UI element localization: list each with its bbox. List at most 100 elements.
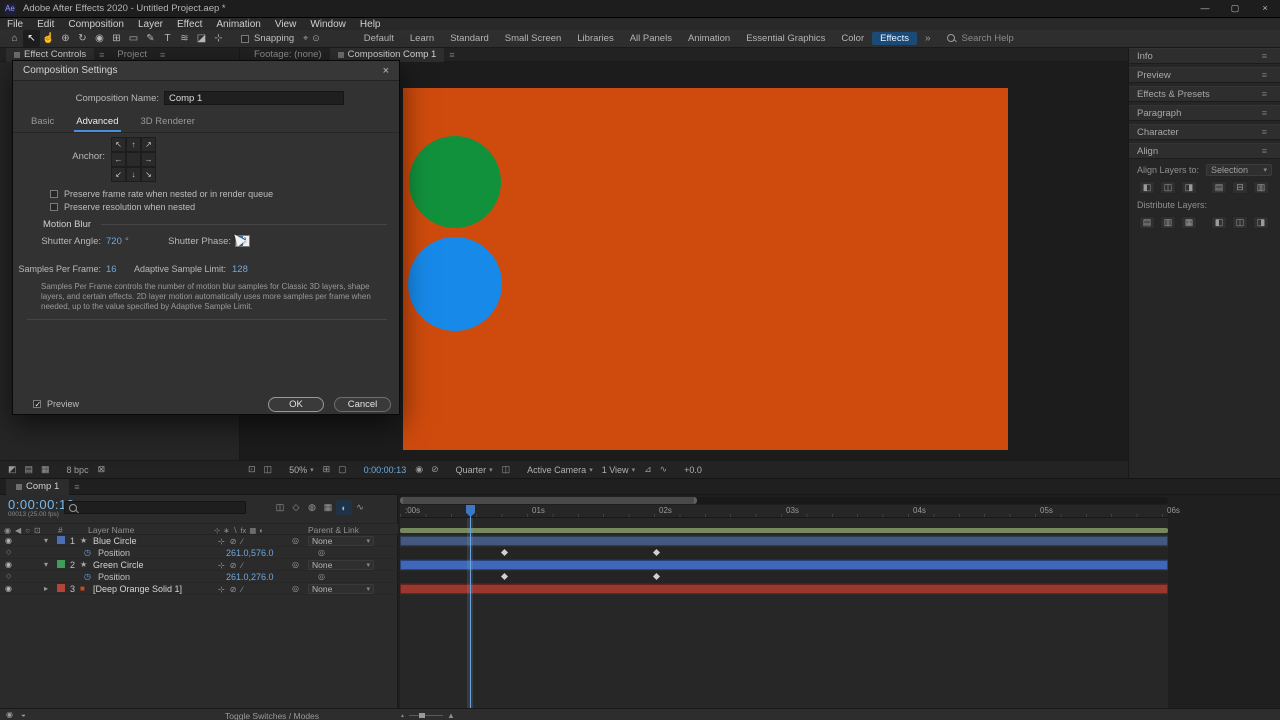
- anchor-arrow-button[interactable]: ↓: [126, 167, 141, 182]
- anchor-arrow-button[interactable]: ↙: [111, 167, 126, 182]
- parent-link-dropdown[interactable]: None ▾: [308, 560, 374, 570]
- minimize-button[interactable]: —: [1190, 0, 1220, 17]
- menu-item[interactable]: File: [0, 19, 30, 30]
- menu-item[interactable]: Window: [303, 19, 353, 30]
- workspace-tab-essential-graphics[interactable]: Essential Graphics: [738, 32, 833, 45]
- menu-item[interactable]: Composition: [61, 19, 131, 30]
- orange-solid-canvas[interactable]: [403, 88, 1008, 450]
- panel-menu-icon[interactable]: ≡: [1262, 127, 1267, 137]
- snap-options-icon[interactable]: ⊙: [312, 33, 320, 43]
- menu-item[interactable]: Help: [353, 19, 388, 30]
- delete-icon[interactable]: ⊠: [98, 464, 106, 475]
- panel-header-paragraph[interactable]: Paragraph ≡: [1129, 105, 1280, 121]
- clone-stamp-tool-icon[interactable]: ◪: [193, 30, 210, 47]
- anchor-arrow-button[interactable]: →: [141, 152, 156, 167]
- time-navigator-handle[interactable]: [400, 497, 697, 504]
- label-color-chip[interactable]: [57, 560, 65, 568]
- close-button[interactable]: ×: [1250, 0, 1280, 17]
- twirl-closed-icon[interactable]: ▸: [44, 584, 48, 593]
- align-bottom-icon[interactable]: ▥: [1253, 181, 1269, 194]
- time-navigator[interactable]: [400, 497, 1168, 504]
- position-value[interactable]: 261.0,276.0: [226, 572, 274, 582]
- always-preview-icon[interactable]: ⊡: [248, 464, 256, 474]
- panel-header-preview[interactable]: Preview ≡: [1129, 67, 1280, 83]
- panel-menu-icon[interactable]: ≡: [160, 50, 165, 60]
- layer-bar-green-circle[interactable]: [400, 560, 1168, 570]
- menu-item[interactable]: Edit: [30, 19, 61, 30]
- switch-icon[interactable]: ⊹: [218, 561, 225, 570]
- pick-whip-icon[interactable]: ◎: [318, 572, 325, 581]
- workspace-overflow-icon[interactable]: »: [925, 33, 931, 44]
- bit-depth-indicator[interactable]: 8 bpc: [67, 465, 89, 475]
- work-area-bar[interactable]: [400, 528, 1168, 533]
- ok-button[interactable]: OK: [268, 397, 324, 412]
- panel-menu-icon[interactable]: ≡: [1262, 89, 1267, 99]
- zoom-tool-icon[interactable]: ⊕: [57, 30, 74, 47]
- align-top-icon[interactable]: ▤: [1211, 181, 1227, 194]
- anchor-arrow-button[interactable]: ↗: [141, 137, 156, 152]
- new-composition-icon[interactable]: ▦: [41, 464, 50, 474]
- eye-icon[interactable]: ◉: [5, 560, 12, 569]
- timeline-zoom-control[interactable]: ▲ ▲: [400, 711, 455, 720]
- menu-item[interactable]: View: [268, 19, 304, 30]
- new-folder-icon[interactable]: ▤: [25, 464, 34, 474]
- exposure-value[interactable]: +0.0: [684, 465, 702, 475]
- parent-link-dropdown[interactable]: None ▾: [308, 536, 374, 546]
- layer-name[interactable]: [Deep Orange Solid 1]: [93, 584, 182, 594]
- panel-menu-icon[interactable]: ≡: [1262, 108, 1267, 118]
- property-row-position-1[interactable]: ◇ ◷ Position 261.0,576.0 ◎: [0, 547, 398, 559]
- align-h-center-icon[interactable]: ◫: [1160, 181, 1176, 194]
- search-help[interactable]: Search Help: [947, 33, 1014, 44]
- twirl-open-icon[interactable]: ▾: [44, 536, 48, 545]
- anchor-arrow-button[interactable]: [126, 152, 141, 167]
- workspace-tab-standard[interactable]: Standard: [442, 32, 497, 45]
- panel-header-effects-presets[interactable]: Effects & Presets ≡: [1129, 86, 1280, 102]
- layer-row-green-circle[interactable]: ◉ ▾ 2 ★ Green Circle ⊹⊘∕ ◎ None ▾: [0, 559, 398, 571]
- cancel-button[interactable]: Cancel: [334, 397, 391, 412]
- zoom-out-icon[interactable]: ▲: [400, 713, 405, 719]
- preview-checkbox[interactable]: [33, 400, 41, 408]
- switch-icon[interactable]: ⊹: [218, 585, 225, 594]
- exposure-icon[interactable]: ∿: [660, 464, 668, 474]
- switch-icon[interactable]: ∕: [241, 561, 242, 570]
- magnification-dropdown[interactable]: 50% ▾: [289, 465, 314, 475]
- eye-icon[interactable]: ◉: [5, 584, 12, 593]
- mask-visibility-icon[interactable]: ▢: [338, 464, 347, 474]
- keyframe-nav-icon[interactable]: ◇: [6, 572, 11, 580]
- panel-header-character[interactable]: Character ≡: [1129, 124, 1280, 140]
- switch-icon[interactable]: ⊹: [218, 537, 225, 546]
- graph-editor-icon[interactable]: ∿: [352, 500, 368, 515]
- zoom-slider-thumb[interactable]: [419, 713, 425, 718]
- selection-tool-icon[interactable]: ↖: [23, 30, 40, 47]
- camera-view-dropdown[interactable]: Active Camera ▾: [527, 465, 593, 475]
- time-ruler[interactable]: :00s01s02s03s04s05s06s: [400, 505, 1168, 518]
- layer-name[interactable]: Blue Circle: [93, 536, 137, 546]
- menu-item[interactable]: Animation: [209, 19, 267, 30]
- distribute-right-icon[interactable]: ◨: [1253, 216, 1269, 229]
- hand-tool-icon[interactable]: ☝: [40, 30, 57, 47]
- switch-icon[interactable]: ⊘: [230, 561, 237, 570]
- frame-blending-icon[interactable]: ▦: [320, 500, 336, 515]
- camera-tool-icon[interactable]: ◉: [91, 30, 108, 47]
- panel-menu-icon[interactable]: ≡: [1262, 51, 1267, 61]
- main-viewer-icon[interactable]: ◫: [264, 464, 273, 474]
- panel-menu-icon[interactable]: ≡: [74, 482, 79, 492]
- position-value[interactable]: 261.0,576.0: [226, 548, 274, 558]
- distribute-left-icon[interactable]: ◧: [1211, 216, 1227, 229]
- menu-item[interactable]: Layer: [131, 19, 170, 30]
- fast-previews-icon[interactable]: ⊿: [644, 464, 652, 474]
- panel-header-info[interactable]: Info ≡: [1129, 48, 1280, 64]
- workspace-tab-default[interactable]: Default: [356, 32, 402, 45]
- snapping-checkbox[interactable]: [241, 35, 249, 43]
- brush-tool-icon[interactable]: ≋: [176, 30, 193, 47]
- rotation-tool-icon[interactable]: ↻: [74, 30, 91, 47]
- distribute-v-center-icon[interactable]: ▥: [1160, 216, 1176, 229]
- pick-whip-icon[interactable]: ◎: [292, 584, 299, 593]
- blue-circle[interactable]: [408, 237, 502, 331]
- switch-icon[interactable]: ⊘: [230, 537, 237, 546]
- interpret-footage-icon[interactable]: ◩: [8, 464, 17, 474]
- zoom-in-icon[interactable]: ▲: [447, 711, 455, 720]
- zoom-slider-track[interactable]: [409, 715, 443, 716]
- align-right-icon[interactable]: ◨: [1181, 181, 1197, 194]
- timeline-search-field[interactable]: [64, 501, 246, 514]
